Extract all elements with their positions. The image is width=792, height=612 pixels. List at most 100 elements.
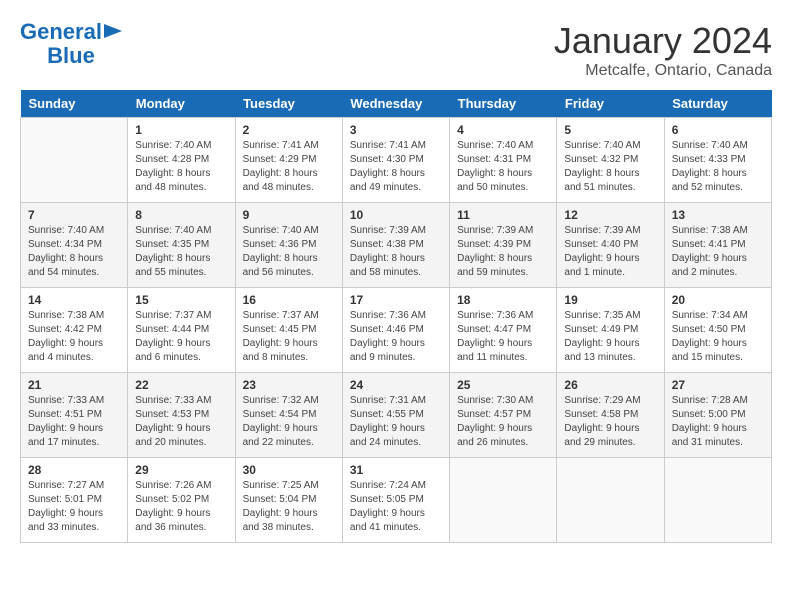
day-number: 25 xyxy=(457,378,549,392)
calendar-cell xyxy=(450,458,557,543)
calendar-week-2: 7 Sunrise: 7:40 AMSunset: 4:34 PMDayligh… xyxy=(21,203,772,288)
cell-info: Sunrise: 7:29 AMSunset: 4:58 PMDaylight:… xyxy=(564,395,640,448)
day-header-friday: Friday xyxy=(557,90,664,118)
cell-info: Sunrise: 7:26 AMSunset: 5:02 PMDaylight:… xyxy=(135,480,211,533)
calendar-cell: 6 Sunrise: 7:40 AMSunset: 4:33 PMDayligh… xyxy=(664,118,771,203)
day-number: 13 xyxy=(672,208,764,222)
day-header-saturday: Saturday xyxy=(664,90,771,118)
cell-info: Sunrise: 7:32 AMSunset: 4:54 PMDaylight:… xyxy=(243,395,319,448)
day-header-sunday: Sunday xyxy=(21,90,128,118)
day-number: 7 xyxy=(28,208,120,222)
calendar-cell xyxy=(557,458,664,543)
day-number: 31 xyxy=(350,463,442,477)
day-number: 16 xyxy=(243,293,335,307)
calendar-cell: 21 Sunrise: 7:33 AMSunset: 4:51 PMDaylig… xyxy=(21,373,128,458)
page-header: General Blue January 2024 Metcalfe, Onta… xyxy=(20,20,772,80)
cell-info: Sunrise: 7:40 AMSunset: 4:36 PMDaylight:… xyxy=(243,225,319,278)
cell-info: Sunrise: 7:40 AMSunset: 4:34 PMDaylight:… xyxy=(28,225,104,278)
calendar-cell: 25 Sunrise: 7:30 AMSunset: 4:57 PMDaylig… xyxy=(450,373,557,458)
calendar-week-5: 28 Sunrise: 7:27 AMSunset: 5:01 PMDaylig… xyxy=(21,458,772,543)
day-header-thursday: Thursday xyxy=(450,90,557,118)
day-number: 28 xyxy=(28,463,120,477)
cell-info: Sunrise: 7:30 AMSunset: 4:57 PMDaylight:… xyxy=(457,395,533,448)
cell-info: Sunrise: 7:38 AMSunset: 4:41 PMDaylight:… xyxy=(672,225,748,278)
cell-info: Sunrise: 7:40 AMSunset: 4:32 PMDaylight:… xyxy=(564,140,640,193)
calendar-cell xyxy=(21,118,128,203)
title-block: January 2024 Metcalfe, Ontario, Canada xyxy=(554,20,772,80)
day-number: 27 xyxy=(672,378,764,392)
logo-text: General xyxy=(20,20,102,44)
calendar-week-3: 14 Sunrise: 7:38 AMSunset: 4:42 PMDaylig… xyxy=(21,288,772,373)
day-number: 11 xyxy=(457,208,549,222)
day-number: 20 xyxy=(672,293,764,307)
day-header-tuesday: Tuesday xyxy=(235,90,342,118)
calendar-cell: 29 Sunrise: 7:26 AMSunset: 5:02 PMDaylig… xyxy=(128,458,235,543)
calendar-cell: 11 Sunrise: 7:39 AMSunset: 4:39 PMDaylig… xyxy=(450,203,557,288)
cell-info: Sunrise: 7:38 AMSunset: 4:42 PMDaylight:… xyxy=(28,310,104,363)
cell-info: Sunrise: 7:35 AMSunset: 4:49 PMDaylight:… xyxy=(564,310,640,363)
day-number: 3 xyxy=(350,123,442,137)
day-number: 17 xyxy=(350,293,442,307)
calendar-cell: 13 Sunrise: 7:38 AMSunset: 4:41 PMDaylig… xyxy=(664,203,771,288)
calendar-cell: 16 Sunrise: 7:37 AMSunset: 4:45 PMDaylig… xyxy=(235,288,342,373)
day-number: 30 xyxy=(243,463,335,477)
cell-info: Sunrise: 7:37 AMSunset: 4:45 PMDaylight:… xyxy=(243,310,319,363)
cell-info: Sunrise: 7:34 AMSunset: 4:50 PMDaylight:… xyxy=(672,310,748,363)
calendar-cell: 3 Sunrise: 7:41 AMSunset: 4:30 PMDayligh… xyxy=(342,118,449,203)
cell-info: Sunrise: 7:36 AMSunset: 4:47 PMDaylight:… xyxy=(457,310,533,363)
cell-info: Sunrise: 7:39 AMSunset: 4:39 PMDaylight:… xyxy=(457,225,533,278)
calendar-cell: 4 Sunrise: 7:40 AMSunset: 4:31 PMDayligh… xyxy=(450,118,557,203)
calendar-cell: 31 Sunrise: 7:24 AMSunset: 5:05 PMDaylig… xyxy=(342,458,449,543)
calendar-header-row: SundayMondayTuesdayWednesdayThursdayFrid… xyxy=(21,90,772,118)
cell-info: Sunrise: 7:33 AMSunset: 4:51 PMDaylight:… xyxy=(28,395,104,448)
calendar-cell: 18 Sunrise: 7:36 AMSunset: 4:47 PMDaylig… xyxy=(450,288,557,373)
day-number: 14 xyxy=(28,293,120,307)
cell-info: Sunrise: 7:24 AMSunset: 5:05 PMDaylight:… xyxy=(350,480,426,533)
day-header-wednesday: Wednesday xyxy=(342,90,449,118)
day-number: 18 xyxy=(457,293,549,307)
day-number: 26 xyxy=(564,378,656,392)
cell-info: Sunrise: 7:28 AMSunset: 5:00 PMDaylight:… xyxy=(672,395,748,448)
cell-info: Sunrise: 7:33 AMSunset: 4:53 PMDaylight:… xyxy=(135,395,211,448)
calendar-cell: 9 Sunrise: 7:40 AMSunset: 4:36 PMDayligh… xyxy=(235,203,342,288)
calendar-cell: 7 Sunrise: 7:40 AMSunset: 4:34 PMDayligh… xyxy=(21,203,128,288)
cell-info: Sunrise: 7:41 AMSunset: 4:30 PMDaylight:… xyxy=(350,140,426,193)
day-number: 23 xyxy=(243,378,335,392)
cell-info: Sunrise: 7:36 AMSunset: 4:46 PMDaylight:… xyxy=(350,310,426,363)
calendar-cell: 30 Sunrise: 7:25 AMSunset: 5:04 PMDaylig… xyxy=(235,458,342,543)
calendar-cell: 12 Sunrise: 7:39 AMSunset: 4:40 PMDaylig… xyxy=(557,203,664,288)
cell-info: Sunrise: 7:25 AMSunset: 5:04 PMDaylight:… xyxy=(243,480,319,533)
calendar-week-1: 1 Sunrise: 7:40 AMSunset: 4:28 PMDayligh… xyxy=(21,118,772,203)
location: Metcalfe, Ontario, Canada xyxy=(554,62,772,80)
calendar-cell: 22 Sunrise: 7:33 AMSunset: 4:53 PMDaylig… xyxy=(128,373,235,458)
day-header-monday: Monday xyxy=(128,90,235,118)
calendar-cell: 23 Sunrise: 7:32 AMSunset: 4:54 PMDaylig… xyxy=(235,373,342,458)
cell-info: Sunrise: 7:39 AMSunset: 4:40 PMDaylight:… xyxy=(564,225,640,278)
calendar-cell: 19 Sunrise: 7:35 AMSunset: 4:49 PMDaylig… xyxy=(557,288,664,373)
calendar-cell: 26 Sunrise: 7:29 AMSunset: 4:58 PMDaylig… xyxy=(557,373,664,458)
day-number: 1 xyxy=(135,123,227,137)
calendar-cell: 8 Sunrise: 7:40 AMSunset: 4:35 PMDayligh… xyxy=(128,203,235,288)
logo: General Blue xyxy=(20,20,122,68)
day-number: 4 xyxy=(457,123,549,137)
day-number: 24 xyxy=(350,378,442,392)
day-number: 5 xyxy=(564,123,656,137)
logo-text2: Blue xyxy=(47,44,95,68)
calendar-table: SundayMondayTuesdayWednesdayThursdayFrid… xyxy=(20,90,772,543)
day-number: 19 xyxy=(564,293,656,307)
month-title: January 2024 xyxy=(554,20,772,62)
day-number: 29 xyxy=(135,463,227,477)
calendar-cell: 28 Sunrise: 7:27 AMSunset: 5:01 PMDaylig… xyxy=(21,458,128,543)
calendar-cell: 20 Sunrise: 7:34 AMSunset: 4:50 PMDaylig… xyxy=(664,288,771,373)
cell-info: Sunrise: 7:41 AMSunset: 4:29 PMDaylight:… xyxy=(243,140,319,193)
day-number: 21 xyxy=(28,378,120,392)
day-number: 6 xyxy=(672,123,764,137)
calendar-cell: 14 Sunrise: 7:38 AMSunset: 4:42 PMDaylig… xyxy=(21,288,128,373)
cell-info: Sunrise: 7:40 AMSunset: 4:35 PMDaylight:… xyxy=(135,225,211,278)
day-number: 12 xyxy=(564,208,656,222)
cell-info: Sunrise: 7:40 AMSunset: 4:31 PMDaylight:… xyxy=(457,140,533,193)
cell-info: Sunrise: 7:31 AMSunset: 4:55 PMDaylight:… xyxy=(350,395,426,448)
calendar-cell: 5 Sunrise: 7:40 AMSunset: 4:32 PMDayligh… xyxy=(557,118,664,203)
calendar-cell: 1 Sunrise: 7:40 AMSunset: 4:28 PMDayligh… xyxy=(128,118,235,203)
calendar-cell: 24 Sunrise: 7:31 AMSunset: 4:55 PMDaylig… xyxy=(342,373,449,458)
